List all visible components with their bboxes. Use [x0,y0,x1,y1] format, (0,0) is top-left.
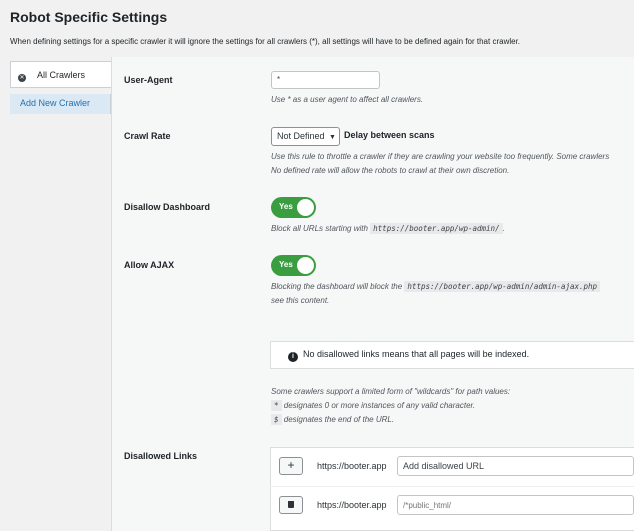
toggle-label: Yes [279,260,293,269]
link-prefix: https://booter.app [317,500,387,510]
disallow-dashboard-help-suffix: . [502,224,505,233]
allow-ajax-toggle[interactable]: Yes [271,255,316,276]
wildcard-item: $ designates the end of the URL. [271,413,394,427]
tab-all-crawlers[interactable]: ✕ All Crawlers [10,61,111,88]
tab-all-crawlers-label: All Crawlers [37,70,86,80]
toggle-label: Yes [279,202,293,211]
user-agent-input[interactable]: * [271,71,380,89]
chevron-down-icon: ▼ [329,134,336,141]
disallowed-links-label: Disallowed Links [124,451,198,461]
disallow-dashboard-label: Disallow Dashboard [124,202,211,212]
info-icon: i [288,352,298,362]
link-prefix: https://booter.app [317,461,387,471]
disallow-dashboard-help: Block all URLs starting with https://boo… [271,222,505,236]
allow-ajax-help: Blocking the dashboard will block the ht… [271,280,634,294]
crawler-sidebar: ✕ All Crawlers Add New Crawler [10,61,111,531]
disallowed-link-input[interactable] [397,495,634,515]
user-agent-label: User-Agent [124,75,173,85]
trash-icon [288,501,294,508]
info-notice: i No disallowed links means that all page… [270,341,634,369]
user-agent-help: Use * as a user agent to affect all craw… [271,95,424,104]
plus-icon: + [287,458,295,472]
wildcard-item: * designates 0 or more instances of any … [271,399,475,413]
allow-ajax-help-2: see this content. [271,296,330,305]
crawl-rate-selected: Not Defined [277,131,325,141]
crawl-rate-help-2: No defined rate will allow the robots to… [271,166,510,175]
wildcards-intro: Some crawlers support a limited form of … [271,387,511,396]
crawl-rate-label: Crawl Rate [124,131,171,141]
crawl-rate-help-1: Use this rule to throttle a crawler if t… [271,152,610,161]
toggle-knob [297,257,314,274]
wildcard-text: designates the end of the URL. [283,415,395,424]
close-circle-icon[interactable]: ✕ [18,74,26,82]
page-title: Robot Specific Settings [10,9,168,25]
crawl-rate-select[interactable]: Not Defined ▼ [271,127,340,146]
wildcard-symbol: $ [271,414,282,425]
allow-ajax-help-text: Blocking the dashboard will block the [271,282,403,291]
allow-ajax-label: Allow AJAX [124,260,175,270]
add-link-input[interactable]: Add disallowed URL [397,456,634,476]
disallow-dashboard-url: https://booter.app/wp-admin/ [370,223,503,234]
notice-text: No disallowed links means that all pages… [303,349,530,359]
tab-add-new-crawler[interactable]: Add New Crawler [10,94,111,114]
crawl-rate-suffix: Delay between scans [344,130,435,140]
disallow-dashboard-toggle[interactable]: Yes [271,197,316,218]
add-link-button[interactable]: + [279,457,303,475]
wildcard-text: designates 0 or more instances of any va… [283,401,476,410]
delete-link-button[interactable] [279,496,303,514]
disallow-dashboard-help-text: Block all URLs starting with [271,224,368,233]
toggle-knob [297,199,314,216]
row-divider [270,486,634,487]
page-description: When defining settings for a specific cr… [10,37,521,46]
wildcard-symbol: * [271,400,282,411]
allow-ajax-url: https://booter.app/wp-admin/admin-ajax.p… [404,281,601,292]
